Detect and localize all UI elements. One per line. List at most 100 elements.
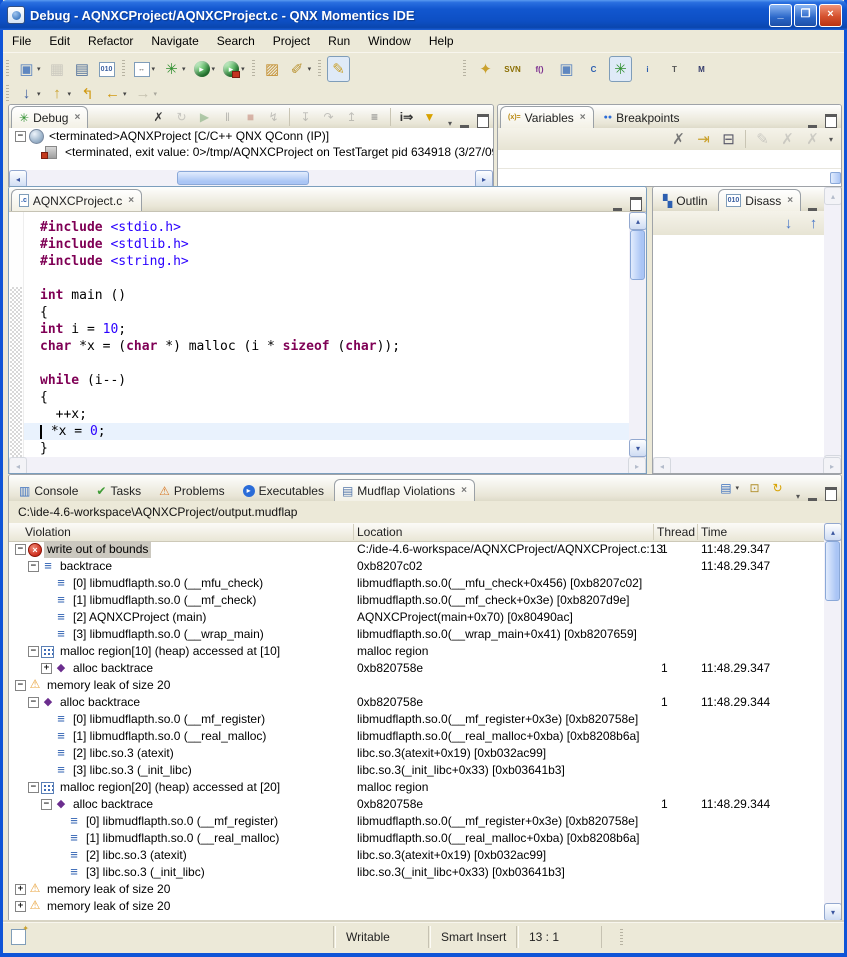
c-perspective-icon[interactable]: C	[582, 56, 605, 82]
tab-problems[interactable]: ⚠Problems	[151, 479, 232, 501]
scroll-track[interactable]	[671, 457, 823, 473]
expand-icon[interactable]: +	[15, 901, 26, 912]
scroll-right-icon[interactable]: ▸	[823, 457, 841, 474]
violation-row[interactable]: −⚠memory leak of size 20	[9, 677, 824, 694]
editor-ruler[interactable]	[9, 212, 24, 457]
debug-horizontal-scrollbar[interactable]: ◂▸	[9, 170, 493, 186]
column-header-time[interactable]: Time	[701, 525, 727, 539]
tab-mudflap-violations[interactable]: ▤Mudflap Violations×	[334, 479, 475, 501]
step-filters-icon[interactable]: ▼	[419, 106, 440, 128]
tab-tasks[interactable]: ✔Tasks	[88, 479, 149, 501]
menu-search[interactable]: Search	[209, 32, 263, 50]
open-output-icon[interactable]: ▤▾	[715, 477, 742, 499]
print-icon[interactable]: ▤	[71, 56, 94, 82]
violation-row[interactable]: ≡[2] AQNXCProject (main)AQNXCProject(mai…	[9, 609, 824, 626]
menu-file[interactable]: File	[4, 32, 39, 50]
mark-occurrences-icon[interactable]: ✎	[327, 56, 350, 82]
violation-row[interactable]: ≡[1] libmudflapth.so.0 (__real_malloc)li…	[9, 830, 824, 847]
violation-row[interactable]: ≡[0] libmudflapth.so.0 (__mf_register)li…	[9, 711, 824, 728]
scroll-lock-icon[interactable]: ⊡	[744, 477, 765, 499]
maximize-window-icon[interactable]: ❒	[794, 4, 817, 27]
table-vertical-scrollbar[interactable]: ▴▾	[824, 523, 841, 921]
tab-variables[interactable]: (x)=Variables×	[500, 106, 594, 128]
scroll-thumb[interactable]	[177, 171, 309, 185]
minimize-view-icon[interactable]	[460, 117, 469, 128]
column-header-thread[interactable]: Thread	[657, 525, 695, 539]
collapse-icon[interactable]: −	[28, 697, 39, 708]
violation-row[interactable]: +⚠memory leak of size 20	[9, 881, 824, 898]
debug-perspective-icon[interactable]: ✳	[609, 56, 632, 82]
scroll-track[interactable]	[27, 457, 628, 473]
maximize-editor-icon[interactable]	[630, 197, 642, 211]
violation-row[interactable]: −◆alloc backtrace0xb820758e111:48.29.344	[9, 796, 824, 813]
scroll-track[interactable]	[824, 541, 841, 903]
menu-navigate[interactable]: Navigate	[143, 32, 206, 50]
code-editor[interactable]: #include <stdio.h>#include <stdlib.h>#in…	[24, 212, 629, 457]
maximize-view-icon[interactable]	[825, 487, 837, 501]
open-element-icon[interactable]: ▨	[261, 56, 284, 82]
tab-debug[interactable]: ✳Debug×	[11, 106, 88, 128]
next-annotation-icon[interactable]: ↓▾	[15, 81, 44, 107]
tab-aqnxcproject-c[interactable]: .cAQNXCProject.c×	[11, 189, 142, 211]
violation-row[interactable]: +⚠memory leak of size 20	[9, 898, 824, 915]
collapse-icon[interactable]: −	[28, 782, 39, 793]
show-type-names-icon[interactable]: ✗	[667, 126, 690, 152]
violation-row[interactable]: −≡backtrace0xb8207c0211:48.29.347	[9, 558, 824, 575]
scroll-left-icon[interactable]: ◂	[9, 457, 27, 474]
violation-row[interactable]: −◆alloc backtrace0xb820758e111:48.29.344	[9, 694, 824, 711]
violation-row[interactable]: ≡[0] libmudflapth.so.0 (__mf_register)li…	[9, 813, 824, 830]
instruction-stepping-icon[interactable]: ≡	[364, 106, 385, 128]
table-header[interactable]: ViolationLocationThreadTime	[9, 523, 824, 542]
collapse-icon[interactable]: −	[41, 799, 52, 810]
violation-row[interactable]: −×write out of boundsC:/ide-4.6-workspac…	[9, 541, 824, 558]
close-tab-icon[interactable]: ×	[461, 485, 467, 496]
violation-row[interactable]: ≡[3] libc.so.3 (_init_libc)libc.so.3(_in…	[9, 762, 824, 779]
close-tab-icon[interactable]: ×	[128, 195, 134, 206]
menu-window[interactable]: Window	[360, 32, 419, 50]
previous-annotation-icon[interactable]: ↑▾	[46, 81, 75, 107]
close-tab-icon[interactable]: ×	[74, 112, 80, 123]
scroll-down-icon[interactable]: ↓	[777, 210, 800, 236]
remove-all-terminated-icon[interactable]: ✗	[148, 106, 169, 128]
violation-row[interactable]: ≡[3] libmudflapth.so.0 (__wrap_main)libm…	[9, 626, 824, 643]
scroll-down-icon[interactable]: ▾	[629, 439, 647, 457]
collapse-icon[interactable]: −	[15, 544, 26, 555]
close-tab-icon[interactable]: ×	[787, 195, 793, 206]
vertical-scrollbar[interactable]: ▴▾	[824, 187, 841, 473]
violation-row[interactable]: ≡[0] libmudflapth.so.0 (__mfu_check)libm…	[9, 575, 824, 592]
scroll-left-icon[interactable]: ◂	[653, 457, 671, 474]
editor-horizontal-scrollbar[interactable]: ◂▸	[9, 457, 646, 473]
back-icon[interactable]: ←▾	[101, 81, 130, 107]
scroll-up-icon[interactable]: ▴	[824, 187, 842, 205]
column-header-location[interactable]: Location	[357, 525, 402, 539]
close-tab-icon[interactable]: ×	[580, 112, 586, 123]
cpp-perspective-icon[interactable]: f()	[528, 56, 551, 82]
debug-launch-tree[interactable]: −<terminated>AQNXProject [C/C++ QNX QCon…	[9, 128, 493, 170]
scroll-down-icon[interactable]: ▾	[824, 903, 842, 921]
violation-row[interactable]: ≡[3] libc.so.3 (_init_libc)libc.so.3(_in…	[9, 864, 824, 881]
scroll-up-icon[interactable]: ↑	[802, 210, 825, 236]
horizontal-scrollbar[interactable]: ◂▸	[653, 457, 841, 473]
scroll-track[interactable]	[629, 230, 646, 439]
new-wizard-icon[interactable]: ▣▾	[15, 56, 44, 82]
run-icon[interactable]: ▸▾	[191, 56, 219, 82]
scroll-left-icon[interactable]: ◂	[9, 170, 27, 187]
view-menu-icon[interactable]: ▾	[796, 492, 800, 501]
menu-refactor[interactable]: Refactor	[80, 32, 141, 50]
svn-perspective-icon[interactable]: SVN	[501, 56, 524, 82]
maximize-view-icon[interactable]	[825, 114, 837, 128]
sysinfo-perspective-icon[interactable]: i	[636, 56, 659, 82]
scroll-up-icon[interactable]: ▴	[824, 523, 842, 541]
resource-perspective-icon[interactable]: ▣	[555, 56, 578, 82]
minimize-window-icon[interactable]: _	[769, 4, 792, 27]
profile-icon[interactable]: ▸▾	[220, 56, 248, 82]
memory-perspective-icon[interactable]: M	[690, 56, 713, 82]
scroll-right-icon[interactable]: ▸	[628, 457, 646, 474]
open-perspective-icon[interactable]: ✦	[474, 56, 497, 82]
fast-view-icon[interactable]	[11, 929, 26, 945]
violation-row[interactable]: ≡[1] libmudflapth.so.0 (__mf_check)libmu…	[9, 592, 824, 609]
tab-executables[interactable]: ▸Executables	[235, 479, 332, 501]
violation-row[interactable]: ≡[1] libmudflapth.so.0 (__real_malloc)li…	[9, 728, 824, 745]
menu-run[interactable]: Run	[320, 32, 358, 50]
scroll-up-icon[interactable]: ▴	[629, 212, 647, 230]
